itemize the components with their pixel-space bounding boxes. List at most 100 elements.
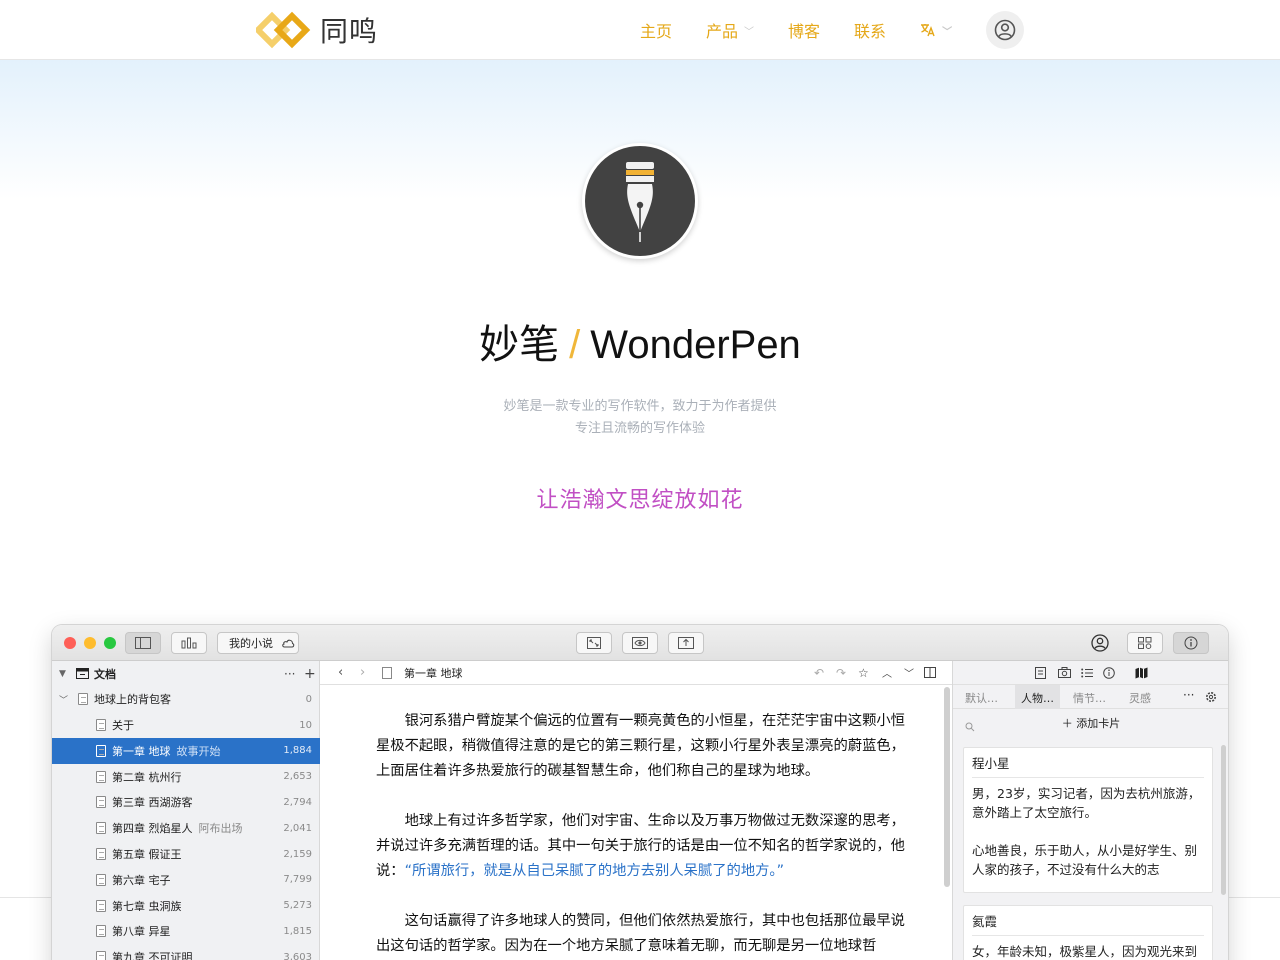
product-subtitle: 妙笔是一款专业的写作软件，致力于为作者提供 专注且流畅的写作体验 (0, 396, 1280, 440)
sidebar-icon (135, 637, 151, 649)
nav-home[interactable]: 主页 (640, 18, 672, 42)
more-icon[interactable]: ··· (284, 667, 295, 681)
redo-icon[interactable]: ↷ (836, 666, 846, 680)
note-icon[interactable] (1035, 667, 1046, 679)
subtitle-line-1: 妙笔是一款专业的写作软件，致力于为作者提供 (503, 399, 777, 414)
info-icon[interactable] (1103, 667, 1115, 679)
document-icon (382, 667, 392, 679)
chevron-down-icon: ﹀ (744, 26, 755, 38)
cloud-icon (282, 639, 295, 648)
info-icon (1184, 636, 1198, 650)
close-window-button[interactable] (64, 637, 76, 649)
editor-scrollbar[interactable] (944, 687, 950, 887)
minimize-window-button[interactable] (84, 637, 96, 649)
document-icon (96, 822, 106, 835)
translate-icon (921, 24, 935, 37)
sidebar-item-count: 3,603 (283, 951, 312, 960)
sidebar-item-title: 第九章 不可证明 (112, 951, 193, 960)
sidebar-book[interactable]: ﹀ 地球上的背包客 0 (52, 686, 320, 712)
layout-button[interactable] (1127, 632, 1163, 654)
chevron-down-icon: ▼ (59, 669, 66, 679)
tab-plot[interactable]: 情节… (1073, 690, 1106, 706)
map-icon[interactable] (1135, 667, 1148, 679)
nav-products[interactable]: 产品 ﹀ (706, 18, 754, 42)
add-card-label: 添加卡片 (1076, 717, 1121, 730)
camera-icon[interactable] (1058, 667, 1071, 678)
inspector-toggle-button[interactable] (1173, 632, 1209, 654)
forward-icon[interactable]: › (360, 665, 365, 680)
wonderpen-app-icon (582, 143, 698, 259)
account-button[interactable] (986, 11, 1024, 49)
inspector-toolbar (953, 661, 1228, 685)
sidebar-item-label: 第七章 虫洞族 (112, 898, 182, 914)
editor-toolbar: ‹ › 第一章 地球 ↶ ↷ ☆ ︿ ﹀ (320, 661, 952, 685)
star-icon[interactable]: ☆ (858, 666, 869, 680)
account-icon-button[interactable] (1091, 634, 1109, 652)
sidebar-item-count: 2,653 (283, 771, 312, 783)
sidebar-item-count: 1,815 (283, 925, 312, 937)
chevron-down-icon: ﹀ (59, 695, 69, 706)
fullscreen-button[interactable] (576, 632, 612, 654)
plus-icon: ＋ (1061, 717, 1077, 730)
toggle-sidebar-button[interactable] (125, 632, 161, 654)
editor-text[interactable]: 银河系猎户臂旋某个偏远的位置有一颗亮黄色的小恒星，在茫茫宇宙中这颗小恒星极不起眼… (376, 709, 910, 960)
add-card-button[interactable]: ＋ 添加卡片 (953, 715, 1228, 731)
tab-default[interactable]: 默认… (965, 690, 998, 706)
sidebar-item-title: 第一章 地球 (112, 744, 171, 758)
app-icon-disc (585, 146, 695, 256)
export-button[interactable] (668, 632, 704, 654)
card-name: 程小星 (972, 754, 1204, 778)
document-icon (96, 899, 106, 912)
brand-name: 同鸣 (320, 15, 379, 48)
sidebar-item-title: 第二章 杭州行 (112, 770, 182, 784)
project-selector[interactable]: 我的小说 (217, 632, 299, 654)
more-icon[interactable]: ··· (1183, 688, 1194, 702)
title-separator: / (569, 323, 581, 367)
add-icon[interactable]: + (304, 666, 316, 682)
card-text-1: 女，年龄未知，极紫星人，因为观光来到 (972, 944, 1198, 959)
sidebar-header[interactable]: ▼ 文档 ··· + (52, 661, 320, 687)
back-icon[interactable]: ‹ (338, 665, 343, 680)
site-logo[interactable]: 同鸣 (256, 10, 378, 50)
tab-characters[interactable]: 人物… (1015, 685, 1060, 709)
sidebar-item[interactable]: 第六章 宅子 7,799 (52, 867, 320, 893)
card-text-1: 男，23岁，实习记者，因为去杭州旅游，意外踏上了太空旅行。 (972, 786, 1201, 820)
list-icon[interactable] (1081, 668, 1093, 678)
sidebar-item[interactable]: 关于 10 (52, 712, 320, 738)
paragraph-1: 银河系猎户臂旋某个偏远的位置有一颗亮黄色的小恒星，在茫茫宇宙中这颗小恒星极不起眼… (376, 713, 905, 779)
nav-contact[interactable]: 联系 (854, 18, 886, 42)
undo-icon[interactable]: ↶ (814, 666, 824, 680)
sidebar-item[interactable]: 第九章 不可证明 3,603 (52, 944, 320, 960)
tab-inspiration[interactable]: 灵感 (1129, 690, 1151, 706)
inspector-tabs: 默认… 人物… 情节… 灵感 ··· (953, 685, 1228, 709)
language-switcher[interactable]: ﹀ (920, 23, 952, 38)
character-card[interactable]: 氦霞 女，年龄未知，极紫星人，因为观光来到 (963, 905, 1213, 960)
sidebar-item[interactable]: 第四章 烈焰星人 阿布出场 2,041 (52, 815, 320, 841)
sidebar-item[interactable]: 第五章 假证王 2,159 (52, 841, 320, 867)
chevron-up-icon[interactable]: ︿ (882, 665, 892, 680)
statistics-button[interactable] (171, 632, 207, 654)
inspector-scrollbar[interactable] (1221, 745, 1226, 895)
book-title: 地球上的背包客 (94, 693, 171, 706)
chart-icon (181, 637, 197, 649)
sidebar-item[interactable]: 第八章 异星 1,815 (52, 918, 320, 944)
top-navbar: 同鸣 主页 产品 ﹀ 博客 联系 ﹀ (0, 0, 1280, 60)
book-icon (78, 693, 88, 705)
expand-icon (587, 637, 601, 649)
preview-button[interactable] (622, 632, 658, 654)
paragraph-2: 地球上有过许多哲学家，他们对宇宙、生命以及万事万物做过无数深邃的思考，并说过许多… (376, 809, 910, 884)
sidebar-item[interactable]: 第三章 西湖游客 2,794 (52, 789, 320, 815)
editor-doc-title: 第一章 地球 (404, 666, 463, 680)
sidebar-item-count: 2,159 (283, 848, 312, 860)
character-card[interactable]: 程小星 男，23岁，实习记者，因为去杭州旅游，意外踏上了太空旅行。 心地善良，乐… (963, 747, 1213, 893)
chevron-down-icon[interactable]: ﹀ (904, 665, 914, 680)
gear-icon[interactable] (1205, 691, 1217, 703)
subtitle-line-2: 专注且流畅的写作体验 (574, 421, 705, 436)
sidebar-item[interactable]: 第一章 地球 故事开始 1,884 (52, 737, 320, 764)
sidebar-item[interactable]: 第七章 虫洞族 5,273 (52, 893, 320, 919)
sidebar-item[interactable]: 第二章 杭州行 2,653 (52, 764, 320, 790)
split-view-icon[interactable] (924, 667, 936, 678)
card-name: 氦霞 (972, 912, 1204, 936)
nav-blog[interactable]: 博客 (788, 18, 820, 42)
zoom-window-button[interactable] (104, 637, 116, 649)
